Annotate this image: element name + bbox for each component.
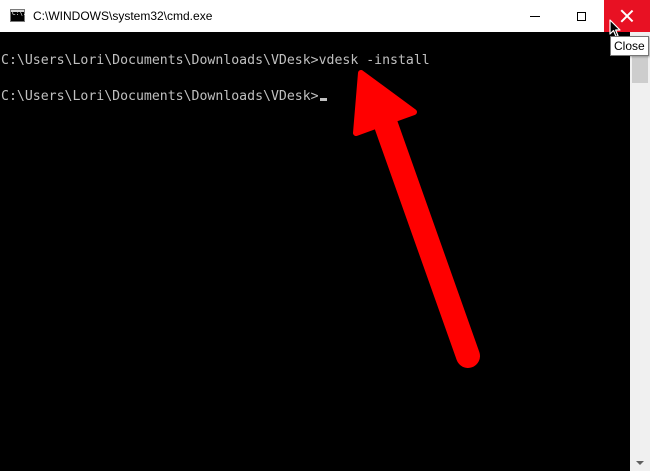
scroll-down-arrow-icon xyxy=(636,460,644,465)
vertical-scrollbar[interactable] xyxy=(630,32,650,471)
title-bar[interactable]: C:\. C:\WINDOWS\system32\cmd.exe xyxy=(0,0,650,32)
text-cursor xyxy=(319,98,327,101)
scroll-down-button[interactable] xyxy=(630,454,650,471)
close-tooltip: Close xyxy=(610,36,649,56)
minimize-button[interactable] xyxy=(512,0,558,32)
console-line-1-text: C:\Users\Lori\Documents\Downloads\VDesk>… xyxy=(1,53,430,68)
window-title: C:\WINDOWS\system32\cmd.exe xyxy=(33,9,213,23)
console-line-command: C:\Users\Lori\Documents\Downloads\VDesk>… xyxy=(1,53,430,69)
cmd-window: C:\. C:\WINDOWS\system32\cmd.exe C:\User… xyxy=(0,0,650,471)
cmd-icon[interactable]: C:\. xyxy=(10,9,26,22)
minimize-icon xyxy=(530,15,540,17)
console-line-2-text: C:\Users\Lori\Documents\Downloads\VDesk> xyxy=(1,89,319,104)
console-area[interactable]: C:\Users\Lori\Documents\Downloads\VDesk>… xyxy=(0,32,630,471)
maximize-icon xyxy=(576,11,586,21)
console-line-prompt: C:\Users\Lori\Documents\Downloads\VDesk> xyxy=(1,89,327,105)
maximize-button[interactable] xyxy=(558,0,604,32)
scroll-thumb[interactable] xyxy=(632,56,648,83)
